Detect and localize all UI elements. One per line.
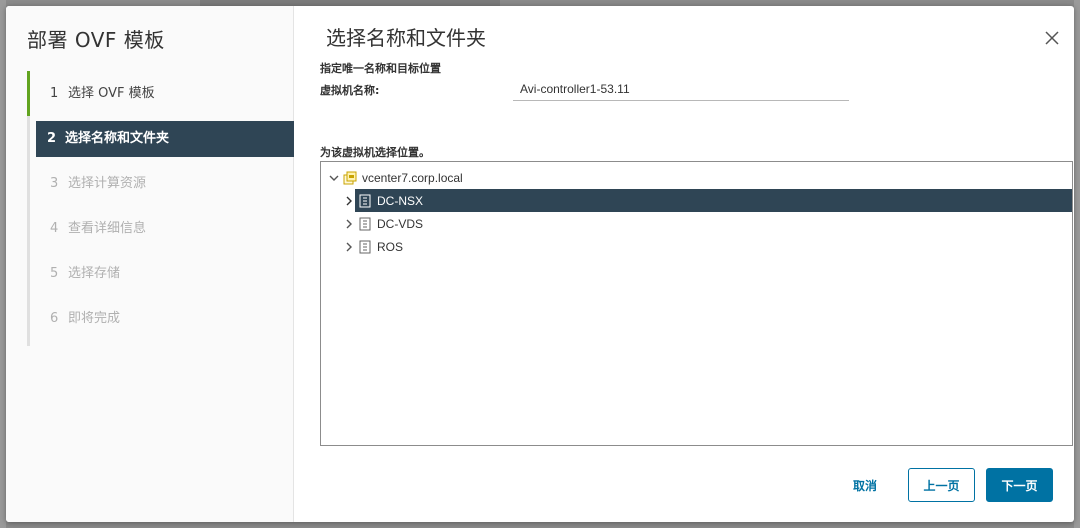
wizard-step-5[interactable]: 5 选择存储	[27, 251, 294, 296]
wizard-step-4[interactable]: 4 查看详细信息	[27, 206, 294, 251]
vm-name-label: 虚拟机名称:	[320, 84, 380, 97]
step-number: 5	[50, 266, 59, 281]
datacenter-icon	[357, 239, 373, 255]
wizard-steps: 1 选择 OVF 模板 2 选择名称和文件夹 3 选择计算资源 4 查看详细信息 5 选择…	[27, 71, 294, 346]
tree-node-vcenter[interactable]: vcenter7.corp.local	[321, 166, 1072, 189]
step-label: 即将完成	[68, 311, 121, 326]
cancel-button[interactable]: 取消	[835, 468, 895, 502]
wizard-step-6[interactable]: 6 即将完成	[27, 296, 294, 341]
tree-node-ros[interactable]: ROS	[321, 235, 1072, 258]
wizard-nav: 部署 OVF 模板 1 选择 OVF 模板 2 选择名称和文件夹 3 选择计算资源 4…	[6, 6, 294, 522]
tree-node-dc-vds[interactable]: DC-VDS	[321, 212, 1072, 235]
wizard-step-1[interactable]: 1 选择 OVF 模板	[27, 71, 294, 116]
chevron-right-icon[interactable]	[341, 216, 357, 232]
page-title: 选择名称和文件夹	[326, 26, 486, 50]
tree-node-label: DC-VDS	[377, 216, 424, 231]
step-label: 查看详细信息	[68, 221, 147, 236]
location-label: 为该虚拟机选择位置。	[320, 146, 430, 159]
vcenter-icon	[342, 170, 358, 186]
background-strip-right	[1074, 0, 1080, 528]
step-number: 6	[50, 311, 59, 326]
deploy-ovf-dialog: 部署 OVF 模板 1 选择 OVF 模板 2 选择名称和文件夹 3 选择计算资源 4…	[6, 6, 1074, 522]
step-number: 1	[50, 86, 59, 101]
back-button[interactable]: 上一页	[908, 468, 975, 502]
step-label: 选择计算资源	[68, 176, 147, 191]
wizard-step-2[interactable]: 2 选择名称和文件夹	[36, 121, 294, 157]
step-label: 选择存储	[68, 266, 121, 281]
location-tree: vcenter7.corp.local DC-NSX DC-VDS ROS	[320, 161, 1073, 446]
wizard-content: 选择名称和文件夹 指定唯一名称和目标位置 虚拟机名称: 为该虚拟机选择位置。	[295, 6, 1074, 522]
step-number: 4	[50, 221, 59, 236]
step-number: 3	[50, 176, 59, 191]
chevron-right-icon[interactable]	[341, 193, 357, 209]
step-label: 选择 OVF 模板	[68, 86, 155, 101]
tree-node-label: vcenter7.corp.local	[362, 170, 463, 185]
step-label: 选择名称和文件夹	[65, 131, 170, 146]
close-icon[interactable]	[1042, 28, 1062, 48]
tree-node-label: DC-NSX	[377, 193, 424, 208]
name-section-label: 指定唯一名称和目标位置	[320, 62, 441, 75]
wizard-step-3[interactable]: 3 选择计算资源	[27, 161, 294, 206]
wizard-title: 部署 OVF 模板	[27, 28, 165, 52]
chevron-down-icon[interactable]	[326, 170, 342, 186]
tree-node-label: ROS	[377, 239, 404, 254]
tree-node-dc-nsx[interactable]: DC-NSX	[346, 189, 1072, 212]
step-number: 2	[47, 131, 57, 146]
chevron-right-icon[interactable]	[341, 239, 357, 255]
next-button[interactable]: 下一页	[986, 468, 1053, 502]
datacenter-icon	[357, 216, 373, 232]
datacenter-icon	[357, 193, 373, 209]
vm-name-input[interactable]	[513, 77, 849, 101]
